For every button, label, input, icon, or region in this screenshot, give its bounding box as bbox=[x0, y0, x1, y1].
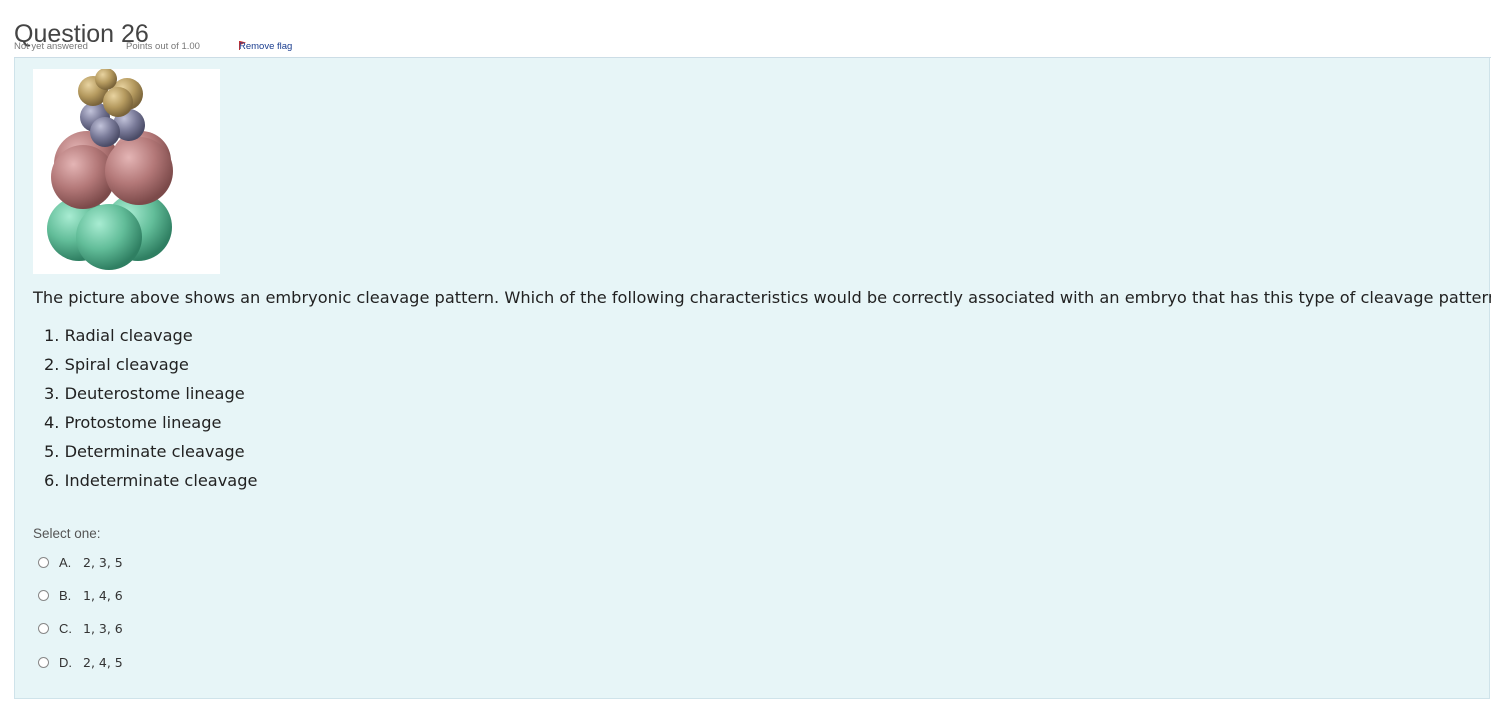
remove-flag-label: Remove flag bbox=[239, 41, 293, 52]
list-item: 3. Deuterostome lineage bbox=[44, 384, 245, 403]
answer-letter: D. bbox=[59, 654, 72, 670]
radio-button[interactable] bbox=[38, 556, 49, 568]
answer-letter: B. bbox=[59, 587, 72, 603]
list-item: 2. Spiral cleavage bbox=[44, 355, 189, 374]
answer-option-c[interactable]: C. 1, 3, 6 bbox=[38, 618, 123, 638]
select-one-label: Select one: bbox=[33, 526, 101, 541]
remove-flag-link[interactable]: Remove flag bbox=[239, 41, 292, 52]
answer-text: 2, 4, 5 bbox=[83, 654, 123, 670]
radio-button[interactable] bbox=[38, 589, 49, 601]
answer-text: 2, 3, 5 bbox=[83, 554, 123, 570]
list-item: 6. Indeterminate cleavage bbox=[44, 471, 258, 490]
answer-letter: A. bbox=[59, 554, 72, 570]
question-content-panel: The picture above shows an embryonic cle… bbox=[14, 58, 1491, 699]
answer-option-b[interactable]: B. 1, 4, 6 bbox=[38, 585, 123, 605]
characteristics-list: 1. Radial cleavage 2. Spiral cleavage 3.… bbox=[44, 325, 257, 499]
list-item: 1. Radial cleavage bbox=[44, 326, 193, 345]
points-label: Points out of 1.00 bbox=[126, 41, 200, 52]
list-item: 5. Determinate cleavage bbox=[44, 442, 245, 461]
answer-option-d[interactable]: D. 2, 4, 5 bbox=[38, 652, 123, 672]
question-prompt: The picture above shows an embryonic cle… bbox=[33, 288, 1491, 307]
answer-text: 1, 3, 6 bbox=[83, 620, 123, 636]
answer-text: 1, 4, 6 bbox=[83, 587, 123, 603]
radio-button[interactable] bbox=[38, 656, 49, 668]
question-info: Not yet answered Points out of 1.00 Remo… bbox=[14, 41, 1474, 55]
answer-status: Not yet answered bbox=[14, 41, 88, 52]
radio-button[interactable] bbox=[38, 622, 49, 634]
list-item: 4. Protostome lineage bbox=[44, 413, 222, 432]
answer-letter: C. bbox=[59, 620, 72, 636]
answer-option-a[interactable]: A. 2, 3, 5 bbox=[38, 552, 123, 572]
embryo-cleavage-image bbox=[33, 69, 220, 274]
